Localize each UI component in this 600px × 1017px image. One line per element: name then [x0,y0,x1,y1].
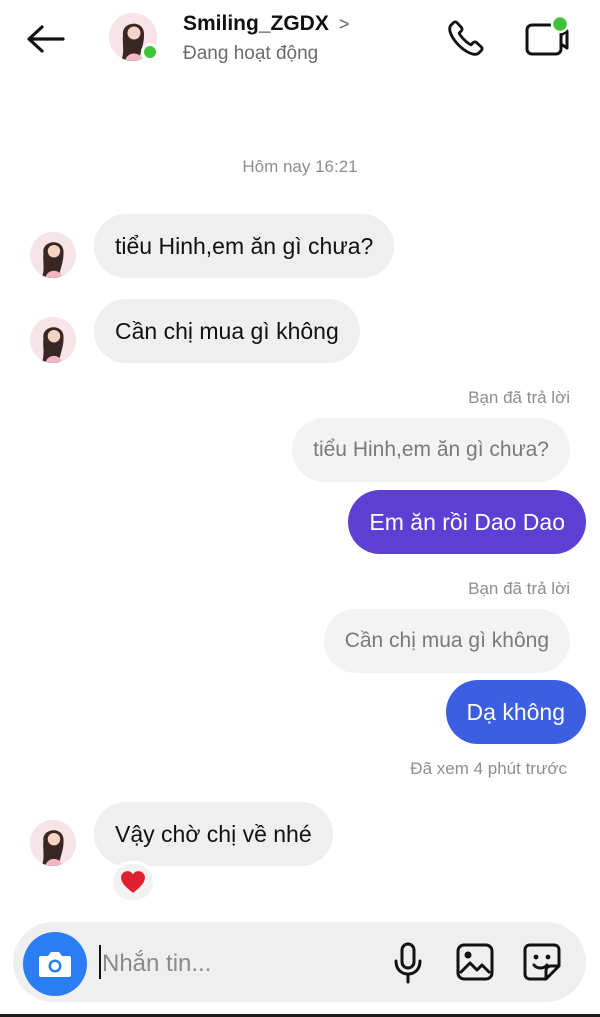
camera-icon [39,952,71,977]
avatar-image [30,820,76,866]
conversation-timestamp: Hôm nay 16:21 [242,157,358,176]
phone-icon [448,20,484,56]
online-indicator [141,43,159,61]
camera-button[interactable] [23,932,87,996]
outgoing-message[interactable]: Em ăn rồi Dao Dao [348,490,586,554]
quoted-message[interactable]: tiểu Hinh,em ăn gì chưa? [292,418,570,482]
chat-header: Smiling_ZGDX > Đang hoạt động [0,0,600,80]
back-button[interactable] [22,18,68,60]
contact-name[interactable]: Smiling_ZGDX > [183,12,349,36]
incoming-message[interactable]: Cần chị mua gì không [94,299,360,363]
seen-status: Đã xem 4 phút trước [410,759,567,778]
reply-note: Bạn đã trả lời [468,388,570,407]
avatar-image [30,317,76,363]
gallery-button[interactable] [453,940,497,984]
quoted-message[interactable]: Cần chị mua gì không [323,609,570,673]
avatar-image [30,232,76,278]
sender-avatar[interactable] [30,232,76,278]
video-call-button[interactable] [523,14,571,60]
sticker-button[interactable] [520,940,564,984]
video-call-icon [525,14,570,56]
message-reaction[interactable] [110,861,156,903]
heart-icon [121,871,145,893]
message-input[interactable] [100,943,364,985]
sender-avatar[interactable] [30,317,76,363]
sender-avatar[interactable] [30,820,76,866]
voice-message-button[interactable] [388,940,428,986]
incoming-message[interactable]: tiểu Hinh,em ăn gì chưa? [94,214,395,278]
contact-name-text: Smiling_ZGDX [183,12,329,35]
reply-note: Bạn đã trả lời [468,579,570,598]
voice-call-button[interactable] [444,17,488,59]
outgoing-message[interactable]: Dạ không [445,680,586,744]
chevron-right-icon: > [338,13,350,34]
gallery-icon [456,943,494,981]
contact-status: Đang hoạt động [183,43,319,64]
incoming-message[interactable]: Vậy chờ chị về nhé [94,802,333,866]
back-arrow-icon [27,25,65,53]
microphone-icon [394,942,422,984]
sticker-icon [523,943,561,981]
